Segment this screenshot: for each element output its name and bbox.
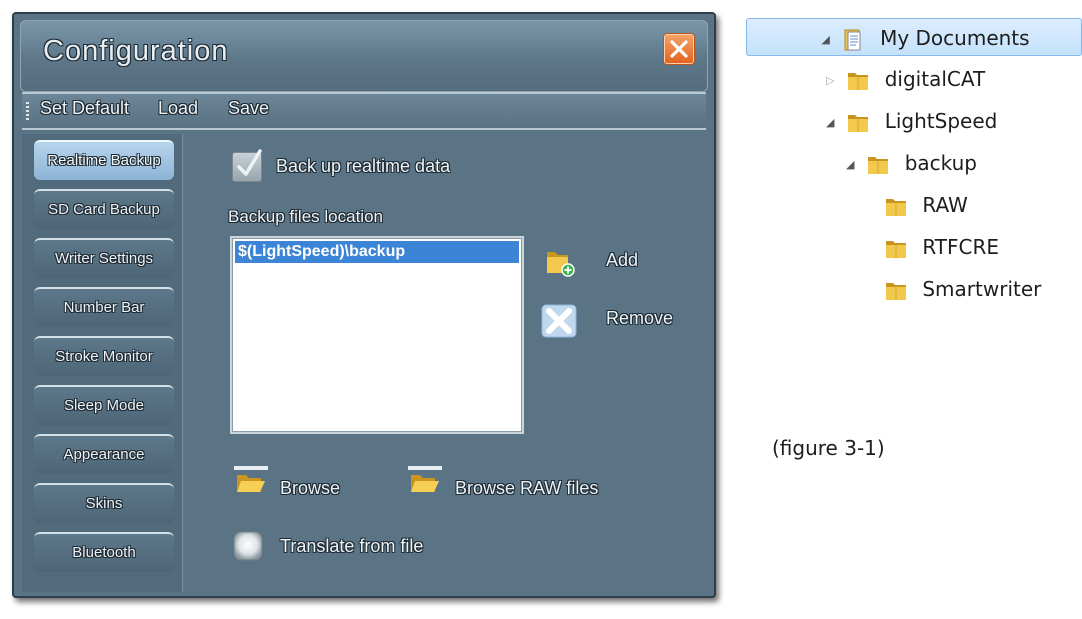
folder-icon bbox=[884, 277, 908, 301]
browse-raw-button[interactable] bbox=[408, 466, 442, 501]
sidebar: Realtime Backup SD Card Backup Writer Se… bbox=[22, 134, 183, 592]
folder-icon bbox=[884, 235, 908, 259]
sidebar-item-appearance[interactable]: Appearance bbox=[34, 434, 174, 474]
sidebar-item-stroke-monitor[interactable]: Stroke Monitor bbox=[34, 336, 174, 376]
backup-location-list[interactable]: $(LightSpeed)\backup bbox=[230, 236, 524, 434]
menu-bar: Set Default Load Save bbox=[22, 92, 706, 130]
add-folder-icon bbox=[547, 252, 575, 277]
configuration-window: Configuration Set Default Load Save Real… bbox=[12, 12, 716, 598]
tree-item-label: RAW bbox=[922, 193, 968, 217]
backup-realtime-checkbox[interactable] bbox=[232, 149, 262, 182]
expanded-arrow-icon[interactable]: ◢ bbox=[821, 21, 835, 59]
folder-icon bbox=[846, 109, 870, 133]
tree-item-label: Smartwriter bbox=[922, 277, 1042, 301]
documents-folder-icon bbox=[842, 26, 866, 50]
menu-save[interactable]: Save bbox=[228, 98, 269, 119]
add-label[interactable]: Add bbox=[606, 250, 638, 271]
tree-item-label: My Documents bbox=[880, 26, 1030, 50]
blank-button-icon bbox=[233, 531, 263, 561]
list-item[interactable]: $(LightSpeed)\backup bbox=[235, 241, 519, 263]
collapsed-arrow-icon[interactable]: ▷ bbox=[826, 62, 840, 100]
title-bar[interactable]: Configuration bbox=[20, 20, 708, 92]
sidebar-item-writer-settings[interactable]: Writer Settings bbox=[34, 238, 174, 278]
tree-item-my-documents[interactable]: ◢ My Documents bbox=[746, 18, 1082, 56]
tree-item-raw[interactable]: RAW bbox=[884, 186, 968, 224]
expanded-arrow-icon[interactable]: ◢ bbox=[826, 104, 840, 142]
folder-icon bbox=[846, 67, 870, 91]
tree-item-backup[interactable]: ◢ backup bbox=[846, 144, 977, 182]
tree-item-digitalcat[interactable]: ▷ digitalCAT bbox=[826, 60, 985, 98]
figure-caption: (figure 3-1) bbox=[772, 436, 885, 460]
browse-label[interactable]: Browse bbox=[280, 478, 340, 499]
menu-load[interactable]: Load bbox=[158, 98, 198, 119]
menu-grip[interactable] bbox=[26, 102, 29, 120]
tree-item-label: digitalCAT bbox=[884, 67, 986, 91]
sidebar-item-bluetooth[interactable]: Bluetooth bbox=[34, 532, 174, 572]
sidebar-item-sd-card-backup[interactable]: SD Card Backup bbox=[34, 189, 174, 229]
folder-icon bbox=[866, 151, 890, 175]
tree-item-rtfcre[interactable]: RTFCRE bbox=[884, 228, 999, 266]
folder-icon bbox=[884, 193, 908, 217]
close-icon bbox=[670, 40, 688, 58]
sidebar-item-skins[interactable]: Skins bbox=[34, 483, 174, 523]
window-title: Configuration bbox=[43, 35, 229, 67]
translate-button[interactable] bbox=[232, 530, 264, 567]
remove-icon bbox=[541, 304, 577, 338]
remove-button[interactable] bbox=[541, 304, 577, 343]
add-button[interactable] bbox=[544, 246, 576, 283]
tree-item-label: LightSpeed bbox=[884, 109, 998, 133]
close-button[interactable] bbox=[663, 33, 695, 65]
tree-item-label: RTFCRE bbox=[922, 235, 1000, 259]
menu-set-default[interactable]: Set Default bbox=[40, 98, 129, 119]
open-folder-icon bbox=[234, 466, 268, 492]
sidebar-item-realtime-backup[interactable]: Realtime Backup bbox=[34, 140, 174, 180]
translate-label[interactable]: Translate from file bbox=[280, 536, 423, 557]
open-folder-icon bbox=[408, 466, 442, 492]
tree-item-label: backup bbox=[904, 151, 978, 175]
sidebar-item-sleep-mode[interactable]: Sleep Mode bbox=[34, 385, 174, 425]
backup-realtime-label[interactable]: Back up realtime data bbox=[276, 156, 450, 177]
folder-tree: ◢ My Documents ▷ digitalCAT ◢ LightSpeed… bbox=[746, 18, 1082, 310]
expanded-arrow-icon[interactable]: ◢ bbox=[846, 146, 860, 184]
sidebar-item-number-bar[interactable]: Number Bar bbox=[34, 287, 174, 327]
tree-item-lightspeed[interactable]: ◢ LightSpeed bbox=[826, 102, 997, 140]
tree-item-smartwriter[interactable]: Smartwriter bbox=[884, 270, 1041, 308]
browse-raw-label[interactable]: Browse RAW files bbox=[455, 478, 598, 499]
browse-button[interactable] bbox=[234, 466, 268, 501]
backup-location-label: Backup files location bbox=[228, 207, 383, 226]
checkmark-icon bbox=[237, 149, 262, 176]
remove-label[interactable]: Remove bbox=[606, 308, 673, 329]
